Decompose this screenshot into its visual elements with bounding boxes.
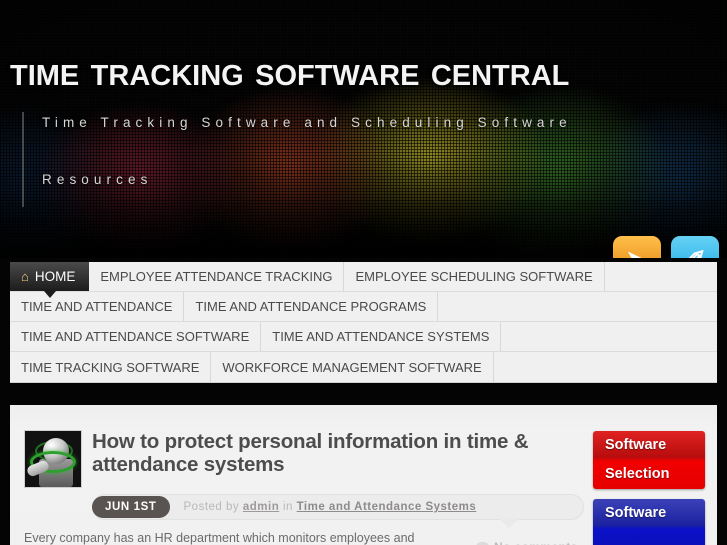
nav-filler — [438, 292, 717, 321]
nav-item-time-tracking-software[interactable]: TIME TRACKING SOFTWARE — [10, 352, 212, 382]
nav-item-label: TIME AND ATTENDANCE PROGRAMS — [195, 299, 427, 314]
content-panel: How to protect personal information in t… — [10, 405, 717, 545]
byline: Posted by admin in Time and Attendance S… — [184, 501, 477, 513]
nav-item-workforce-management-software[interactable]: WORKFORCE MANAGEMENT SOFTWARE — [211, 352, 494, 382]
nav-row-3: TIME AND ATTENDANCE SOFTWARE TIME AND AT… — [10, 322, 717, 352]
nav-item-time-and-attendance-programs[interactable]: TIME AND ATTENDANCE PROGRAMS — [184, 292, 439, 321]
nav-item-time-and-attendance-software[interactable]: TIME AND ATTENDANCE SOFTWARE — [10, 322, 262, 351]
site-tagline: Time Tracking Software and Scheduling So… — [22, 112, 722, 207]
button-label-line-2: Selection — [605, 466, 670, 482]
posted-in-word: in — [282, 501, 293, 513]
article-meta-bar: JUN 1ST Posted by admin in Time and Atte… — [92, 494, 584, 528]
main-navigation: ⌂ HOME EMPLOYEE ATTENDANCE TRACKING EMPL… — [10, 262, 717, 383]
software-selection-button[interactable]: Software Selection — [593, 431, 705, 489]
nav-item-label: EMPLOYEE SCHEDULING SOFTWARE — [355, 269, 593, 284]
nav-row-2: TIME AND ATTENDANCE TIME AND ATTENDANCE … — [10, 292, 717, 322]
sidebar: Software Selection Software — [593, 431, 705, 545]
nav-filler — [501, 322, 717, 351]
tagline-line-2: Resources — [42, 172, 153, 187]
nav-item-label: TIME AND ATTENDANCE SYSTEMS — [272, 329, 490, 344]
nav-item-label: TIME AND ATTENDANCE — [21, 299, 173, 314]
twitter-icon[interactable]: ✐ — [671, 236, 719, 258]
category-link[interactable]: Time and Attendance Systems — [297, 501, 477, 513]
nav-item-label: EMPLOYEE ATTENDANCE TRACKING — [100, 269, 333, 284]
nav-item-label: TIME TRACKING SOFTWARE — [21, 359, 200, 375]
nav-filler — [493, 352, 717, 382]
rss-icon[interactable]: ➤ — [613, 236, 661, 258]
nav-item-employee-scheduling-software[interactable]: EMPLOYEE SCHEDULING SOFTWARE — [344, 262, 605, 291]
nav-item-label: WORKFORCE MANAGEMENT SOFTWARE — [222, 359, 482, 375]
rss-glyph: ➤ — [613, 236, 661, 259]
tagline-line-1: Time Tracking Software and Scheduling So… — [42, 115, 572, 130]
button-label-line-1: Software — [605, 505, 667, 521]
comments-link[interactable]: No comments — [494, 540, 578, 545]
article-excerpt: Every company has an HR department which… — [24, 531, 415, 545]
article: How to protect personal information in t… — [24, 430, 584, 545]
sidebar-item-home[interactable]: ⌂ HOME — [10, 262, 90, 298]
author-link[interactable]: admin — [243, 501, 279, 513]
nav-filler — [604, 262, 717, 291]
padlock-globe-thumbnail[interactable] — [24, 430, 82, 488]
nav-item-label: TIME AND ATTENDANCE SOFTWARE — [21, 329, 250, 344]
social-icons: ➤ ✐ — [613, 236, 719, 258]
site-header: Time Tracking Software Central Time Trac… — [0, 0, 727, 258]
nav-item-employee-attendance-tracking[interactable]: EMPLOYEE ATTENDANCE TRACKING — [89, 262, 345, 291]
button-label-line-1: Software — [605, 437, 667, 453]
site-title[interactable]: Time Tracking Software Central — [10, 48, 710, 94]
nav-row-1: ⌂ HOME EMPLOYEE ATTENDANCE TRACKING EMPL… — [10, 262, 717, 298]
comments-link-wrap: No comments — [476, 540, 578, 545]
nav-item-time-and-attendance-systems[interactable]: TIME AND ATTENDANCE SYSTEMS — [261, 322, 502, 351]
page-title[interactable]: How to protect personal information in t… — [92, 430, 562, 476]
nav-item-label: HOME — [34, 269, 76, 284]
posted-prefix: Posted by — [183, 501, 240, 513]
nav-row-4: TIME TRACKING SOFTWARE WORKFORCE MANAGEM… — [10, 352, 717, 382]
content-inner: How to protect personal information in t… — [10, 405, 717, 545]
page-root: Time Tracking Software Central Time Trac… — [0, 0, 727, 545]
article-header: How to protect personal information in t… — [24, 430, 584, 488]
home-icon: ⌂ — [21, 269, 29, 284]
status-badge: JUN 1ST — [92, 496, 170, 518]
nav-item-time-and-attendance[interactable]: TIME AND ATTENDANCE — [10, 292, 185, 321]
twitter-glyph: ✐ — [671, 236, 719, 259]
software-button[interactable]: Software — [593, 499, 705, 545]
